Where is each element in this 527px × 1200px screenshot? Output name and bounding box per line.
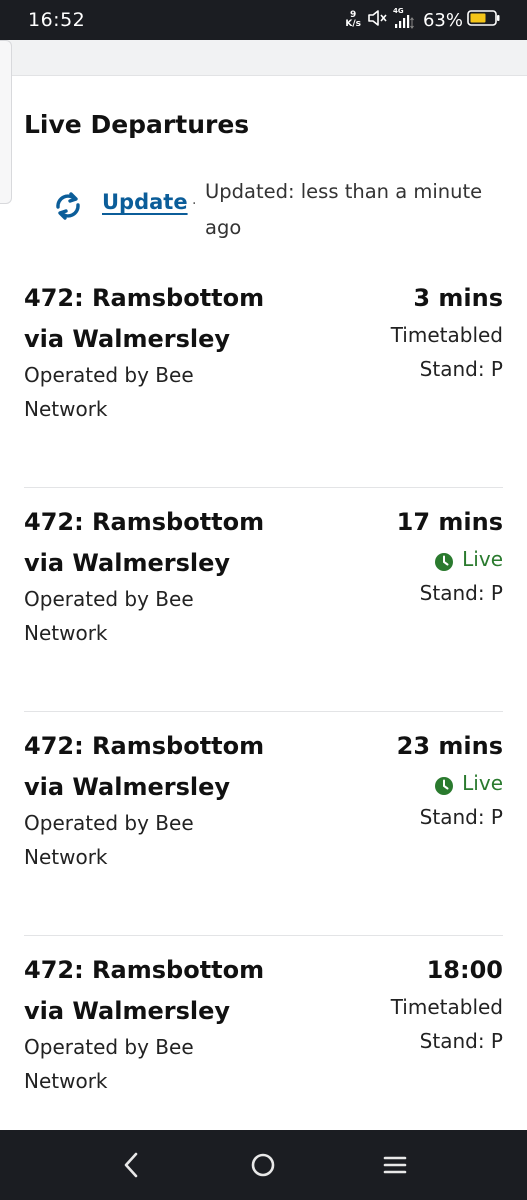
stand-label: Stand: P xyxy=(419,581,503,605)
route-title: 472: Ramsbottom via Walmersley xyxy=(24,508,265,577)
status-label: Live xyxy=(462,547,503,571)
clock-icon xyxy=(434,549,454,571)
net-speed-unit: K/s xyxy=(345,19,361,29)
mute-icon xyxy=(367,8,389,32)
due-time: 23 mins xyxy=(396,732,503,760)
net-speed: 9 K/s xyxy=(345,11,361,29)
due-time: 17 mins xyxy=(396,508,503,536)
operator-text: Operated by Bee Network xyxy=(24,811,194,869)
departure-item[interactable]: 472: Ramsbottom via Walmersley Operated … xyxy=(24,712,503,936)
stand-label: Stand: P xyxy=(419,1029,503,1053)
operator-text: Operated by Bee Network xyxy=(24,1035,194,1093)
departure-status: Live xyxy=(397,543,503,575)
operator-text: Operated by Bee Network xyxy=(24,587,194,645)
departure-status: Timetabled xyxy=(391,319,503,351)
status-bar: 16:52 9 K/s 4G 63% xyxy=(0,0,527,40)
departure-item[interactable]: 472: Ramsbottom via Walmersley Operated … xyxy=(24,936,503,1160)
operator-text: Operated by Bee Network xyxy=(24,363,194,421)
update-button[interactable]: Update xyxy=(102,190,188,214)
system-nav-bar xyxy=(0,1130,527,1200)
route-title: 472: Ramsbottom via Walmersley xyxy=(24,956,265,1025)
departure-status: Live xyxy=(397,767,503,799)
home-icon[interactable] xyxy=(246,1148,280,1182)
departure-times: 23 mins Live Stand: P xyxy=(397,726,503,835)
route-title: 472: Ramsbottom via Walmersley xyxy=(24,284,265,353)
departure-status: Timetabled xyxy=(391,991,503,1023)
departure-times: 17 mins Live Stand: P xyxy=(397,502,503,611)
status-label: Timetabled xyxy=(390,995,503,1019)
departure-times: 3 mins Timetabled Stand: P xyxy=(391,278,503,387)
route-title: 472: Ramsbottom via Walmersley xyxy=(24,732,265,801)
status-label: Live xyxy=(462,771,503,795)
back-icon[interactable] xyxy=(114,1148,148,1182)
refresh-icon[interactable] xyxy=(52,190,84,222)
signal-icon: 4G xyxy=(393,7,417,31)
battery-icon xyxy=(467,9,501,31)
battery-percent: 63% xyxy=(422,9,463,31)
status-label: Timetabled xyxy=(390,323,503,347)
status-icons: 9 K/s 4G 63% xyxy=(345,0,501,40)
due-time: 18:00 xyxy=(426,956,503,984)
stand-label: Stand: P xyxy=(419,805,503,829)
side-drawer-handle[interactable] xyxy=(0,40,12,204)
top-strip xyxy=(0,40,527,76)
departure-item[interactable]: 472: Ramsbottom via Walmersley Operated … xyxy=(24,488,503,712)
stand-label: Stand: P xyxy=(419,357,503,381)
update-row: Update · Updated: less than a minute ago xyxy=(52,174,492,244)
due-time: 3 mins xyxy=(413,284,503,312)
separator-dot: · xyxy=(192,196,197,212)
departures-list: 472: Ramsbottom via Walmersley Operated … xyxy=(24,264,503,1160)
menu-icon[interactable] xyxy=(378,1148,412,1182)
departure-item[interactable]: 472: Ramsbottom via Walmersley Operated … xyxy=(24,264,503,488)
last-updated-text: Updated: less than a minute ago xyxy=(205,180,483,239)
clock-icon xyxy=(434,773,454,795)
section-title: Live Departures xyxy=(24,110,250,139)
status-time: 16:52 xyxy=(28,9,86,31)
departure-times: 18:00 Timetabled Stand: P xyxy=(391,950,503,1059)
